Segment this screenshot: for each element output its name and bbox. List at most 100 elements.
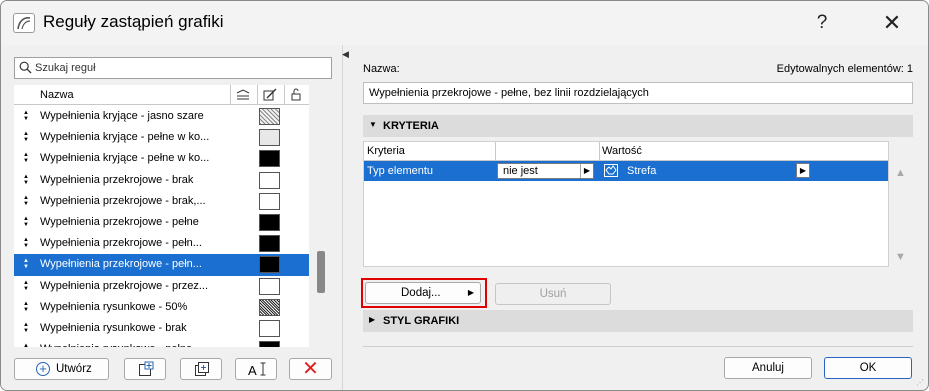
fill-override-column-icon[interactable] [263,88,277,104]
collapsed-triangle-icon: ▶ [369,315,376,324]
drag-handle-icon[interactable]: ▲▼ [23,152,29,164]
drag-handle-icon[interactable]: ▲▼ [23,216,29,228]
new-document-icon [139,361,154,376]
criteria-section-title: KRYTERIA [383,120,439,132]
column-header-name: Nazwa [40,89,74,101]
help-button[interactable]: ? [799,1,845,45]
layer-column-icon[interactable] [236,89,250,103]
create-button-label: Utwórz [56,363,92,375]
delete-button[interactable]: ✕ [289,358,332,380]
search-input[interactable] [35,60,325,76]
list-item-label: Wypełnienia kryjące - pełne w ko... [40,152,210,165]
criteria-column-header: Kryteria [367,145,405,157]
editable-count: Edytowalnych elementów: 1 [776,63,913,75]
ok-button[interactable]: OK [824,357,912,379]
list-item[interactable]: ▲ ▼ Wypełnienia rysunkowe - brak [14,318,309,339]
drag-handle-icon[interactable]: ▲▼ [23,237,29,249]
name-label: Nazwa: [363,63,400,75]
rules-panel: Nazwa ▲▼ Wypełnienia kryjące - jasno szar… [1,45,341,390]
criteria-row[interactable]: Typ elementu nie jest ▶ Strefa ▶ [364,161,888,181]
move-down-icon[interactable]: ▼ [895,251,906,263]
list-item[interactable]: ▲ ▼ Wypełnienia kryjące - pełne w ko... [14,127,309,148]
drag-handle-icon[interactable]: ▲▼ [23,174,29,186]
list-item[interactable]: ▲ ▼ Wypełnienia przekrojowe - pełn... [14,233,309,254]
scrollbar-thumb[interactable] [317,251,325,293]
criteria-section-header[interactable]: ▼ KRYTERIA [363,115,913,137]
rules-rows: ▲ ▼ Wypełnienia kryjące - jasno szare ▲ ▼ Wyp… [14,106,309,347]
app-icon [13,13,35,33]
list-item-label: Wypełnienia przekrojowe - przez... [40,279,209,292]
fill-swatch [259,108,280,125]
list-item-label: Wypełnienia rysunkowe - pełne [40,343,230,347]
fill-swatch [259,129,280,147]
list-item-label: Wypełnienia kryjące - pełne w ko... [40,131,210,144]
style-section-title: STYL GRAFIKI [383,315,460,327]
list-item[interactable]: ▲ ▼ Wypełnienia kryjące - pełne w ko... [14,148,309,169]
criteria-table[interactable]: Kryteria Wartość Typ elementu nie jest ▶… [363,141,889,267]
duplicate-button[interactable] [180,358,222,380]
list-item-label: Wypełnienia przekrojowe - pełne [40,215,199,228]
collapse-left-icon[interactable]: ◀ [342,49,349,60]
style-section-header[interactable]: ▶ STYL GRAFIKI [363,310,913,332]
value-column-header: Wartość [602,145,642,157]
drag-handle-icon[interactable]: ▲▼ [23,343,29,347]
fill-swatch [259,213,280,231]
list-item[interactable]: ▲ ▼ Wypełnienia rysunkowe - 50% [14,297,309,318]
text-cursor-icon [260,362,266,376]
close-button[interactable]: ✕ [869,1,915,45]
list-item[interactable]: ▲ ▼ Wypełnienia przekrojowe - brak,... [14,191,309,212]
rename-icon: A [248,363,257,378]
drag-handle-icon[interactable]: ▲▼ [23,322,29,334]
drag-handle-icon[interactable]: ▲▼ [23,110,29,122]
list-item-label: Wypełnienia rysunkowe - 50% [40,300,188,313]
operator-value: nie jest [503,165,538,177]
value-text: Strefa [627,165,657,177]
drag-handle-icon[interactable]: ▲▼ [23,301,29,313]
list-item[interactable]: ▲ ▼ Wypełnienia przekrojowe - przez... [14,276,309,297]
list-item-label: Wypełnienia rysunkowe - brak [40,321,187,334]
cancel-button[interactable]: Anuluj [724,357,812,379]
move-up-icon[interactable]: ▲ [895,167,906,179]
lock-column-icon[interactable] [290,88,302,104]
remove-criteria-button[interactable]: Usuń [495,283,611,305]
rename-button[interactable]: A [235,358,277,380]
list-item[interactable]: ▲▼ Wypełnienia rysunkowe - pełne [14,339,309,347]
search-box[interactable] [14,57,332,79]
add-criteria-button[interactable]: Dodaj... ▶ [365,282,481,304]
operator-dropdown[interactable]: nie jest ▶ [497,163,594,179]
fill-swatch [259,235,280,253]
fill-swatch [259,150,280,168]
list-item[interactable]: ▲ ▼ Wypełnienia przekrojowe - brak [14,170,309,191]
drag-handle-icon[interactable]: ▲▼ [23,258,29,270]
fill-swatch [259,341,280,347]
operator-arrow-icon: ▶ [580,164,593,178]
list-item-label: Wypełnienia przekrojowe - brak,... [40,194,206,207]
plus-icon: + [36,362,50,376]
value-dropdown[interactable]: Strefa ▶ [601,163,811,179]
search-icon [19,61,32,77]
fill-swatch [259,298,280,316]
list-scrollbar[interactable] [315,85,327,347]
expand-triangle-icon: ▼ [369,120,377,129]
rule-name-field[interactable]: Wypełnienia przekrojowe - pełne, bez lin… [363,82,913,104]
list-item-label: Wypełnienia przekrojowe - pełn... [40,237,202,250]
drag-handle-icon[interactable]: ▲▼ [23,131,29,143]
drag-handle-icon[interactable]: ▲▼ [23,195,29,207]
list-item-label: Wypełnienia przekrojowe - pełn... [40,258,202,271]
list-item[interactable]: ▲ ▼ Wypełnienia przekrojowe - pełn... [14,254,309,276]
list-item-label: Wypełnienia kryjące - jasno szare [40,110,204,122]
new-rule-button[interactable] [124,358,166,380]
submenu-arrow-icon: ▶ [467,288,474,297]
list-header: Nazwa [14,85,309,105]
resize-grip-icon[interactable]: ⋰ [916,378,924,387]
list-item[interactable]: ▲ ▼ Wypełnienia przekrojowe - pełne [14,212,309,233]
fill-swatch [259,256,280,274]
list-item[interactable]: ▲ ▼ Wypełnienia kryjące - jasno szare [14,106,309,127]
criterion-cell[interactable]: Typ elementu [367,165,433,177]
drag-handle-icon[interactable]: ▲▼ [23,280,29,292]
panel-splitter[interactable] [342,45,343,390]
window-title: Reguły zastąpień grafiki [43,12,224,31]
rules-list[interactable]: Nazwa ▲ ▼ Wypełnienia kryjące - jasno szar… [14,85,309,347]
create-button[interactable]: + Utwórz [14,358,109,380]
value-arrow-icon[interactable]: ▶ [796,163,810,178]
